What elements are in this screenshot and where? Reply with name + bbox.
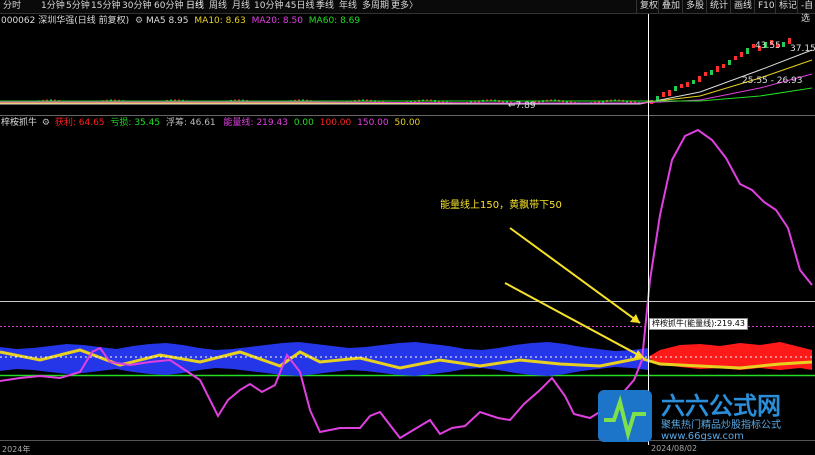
energy-value: 219.43 [256, 118, 288, 128]
indicator-gear-icon[interactable]: ⚙ [42, 118, 50, 128]
indicator-name: 梓桉抓牛 [1, 118, 38, 128]
ma5-label: MA5 [145, 16, 166, 26]
huoli-label: 获利: [54, 118, 76, 128]
ma10-value: 8.63 [225, 16, 246, 26]
huoli-value: 64.65 [78, 118, 105, 128]
energy-label: 能量线: [223, 118, 254, 128]
price-label-low: ←7.89 [508, 101, 536, 111]
haosun-label: 亏损: [110, 118, 132, 128]
value-tooltip: 梓桉抓牛(能量线):219.43 [649, 318, 748, 330]
ma-lines [0, 49, 813, 105]
ma20-label: MA20: [251, 16, 280, 26]
price-candles [2, 38, 791, 105]
logo-url: www.66gsw.com [661, 431, 744, 442]
date-label-start: 2024年 [2, 445, 31, 454]
logo-subtitle: 聚焦热门精品炒股指标公式 [661, 420, 781, 431]
fushou-label: 浮筹: [165, 118, 188, 128]
level-100-value: 100.00 [319, 118, 352, 128]
fushou-value: 46.61 [189, 118, 216, 128]
ma5-value: 8.95 [168, 16, 189, 26]
haosun-value: 35.45 [134, 118, 161, 128]
level-50-value: 50.00 [394, 118, 421, 128]
ma10-label: MA10: [194, 16, 223, 26]
price-label-range: 25.55 - 26.93 [742, 76, 803, 86]
indicator-legend: 梓桉抓牛 ⚙ 获利: 64.65 亏损: 35.45 浮筹: 46.61 能量线… [1, 118, 420, 129]
site-logo: 六六公式网 聚焦热门精品炒股指标公式 www.66gsw.com [598, 386, 810, 446]
ma60-value: 8.69 [340, 16, 361, 26]
stock-code-name: 000062 深圳华强(日线 前复权) [1, 16, 130, 26]
level-150-value: 150.00 [357, 118, 389, 128]
main-legend: 000062 深圳华强(日线 前复权) ⚙ MA5 8.95 MA10: 8.6… [1, 16, 360, 27]
price-label-high: 43.55 [755, 41, 781, 51]
level-0-value: 0.00 [293, 118, 314, 128]
price-label-second: 37.15 [790, 44, 815, 54]
ma60-label: MA60: [308, 16, 338, 26]
annotation-text: 能量线上150，黄飘带下50 [440, 200, 562, 211]
ma20-value: 8.50 [282, 16, 303, 26]
energy-band [0, 342, 813, 376]
annotation-arrows [504, 227, 645, 359]
settings-gear-icon[interactable]: ⚙ [135, 16, 143, 26]
